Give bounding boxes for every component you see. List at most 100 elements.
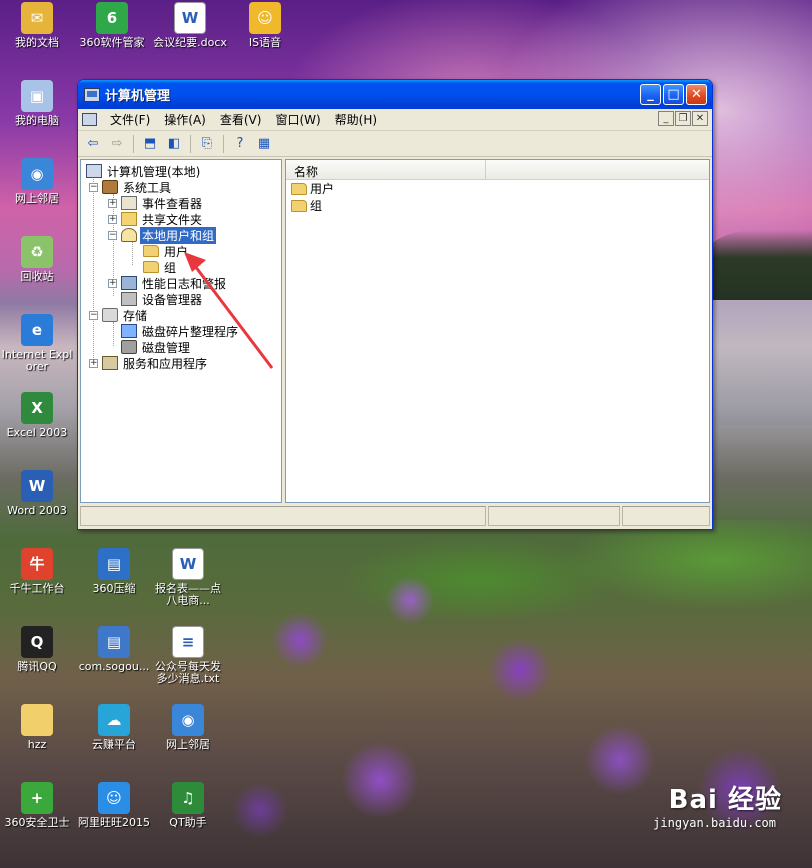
desktop-shortcut[interactable]: X Excel 2003 [0,392,74,439]
desktop-shortcut[interactable]: W 报名表——点八电商... [151,548,225,607]
expand-icon[interactable]: + [108,214,117,224]
menu-help[interactable]: 帮助(H) [328,110,384,129]
tree-node-label: 用户 [164,244,189,259]
minimize-button[interactable]: _ [640,84,661,105]
child-close-button[interactable]: ✕ [692,111,708,126]
tree-node-root[interactable]: 计算机管理(本地) [86,163,202,179]
desktop-shortcut[interactable]: ▤ com.sogou... [77,626,151,673]
recycle-bin-icon: ♻ [21,236,53,268]
properties-button[interactable]: ▦ [253,134,275,154]
show-hide-tree-button[interactable]: ◧ [163,134,185,154]
mmc-document-icon[interactable] [82,113,97,126]
tree-node-label: 组 [164,260,177,275]
tree-node-performance-logs[interactable]: + 性能日志和警报 [108,275,228,291]
desktop-shortcut[interactable]: ◉ 网上邻居 [151,704,225,751]
desktop-shortcut[interactable]: ✉ 我的文档 [0,2,74,49]
maximize-button[interactable]: □ [663,84,684,105]
desktop-shortcut-label: 我的文档 [15,36,59,49]
desktop-shortcut-label: Excel 2003 [6,426,68,439]
list-item-groups[interactable]: 组 [286,197,709,214]
cloud-earn-icon: ☁ [98,704,130,736]
desktop-shortcut[interactable]: ☁ 云赚平台 [77,704,151,751]
my-computer-icon: ▣ [21,80,53,112]
close-icon: ✕ [691,87,702,102]
tree-node-storage[interactable]: − 存储 [89,307,149,323]
desktop-shortcut[interactable]: +360安全卫士 [0,782,74,829]
desktop-shortcut[interactable]: ♫ QT助手 [151,782,225,829]
back-button[interactable]: ⇦ [82,134,104,154]
tree-node-local-users-groups[interactable]: − 本地用户和组 [108,226,217,244]
qt-assistant-icon: ♫ [172,782,204,814]
desktop-shortcut-label: 360压缩 [92,582,136,595]
main-content: 计算机管理(本地) − 系统工具 + 事件查看器 + 共享文件夹 − 本地用户和… [80,159,710,503]
desktop-shortcut[interactable]: ▤ 360压缩 [77,548,151,595]
toolbox-icon [102,180,118,194]
list-item-users[interactable]: 用户 [286,180,709,197]
help-button[interactable]: ? [229,134,251,154]
desktop-shortcut[interactable]: W Word 2003 [0,470,74,517]
child-minimize-button[interactable]: _ [658,111,674,126]
desktop-shortcut[interactable]: ☺ IS语音 [228,2,302,49]
desktop-shortcut-label: 网上邻居 [15,192,59,205]
tree-node-label: 磁盘碎片整理程序 [142,324,239,339]
toolbar: ⇦ ⇨ ⬒ ◧ ⎘ ? ▦ [78,131,712,157]
console-tree[interactable]: 计算机管理(本地) − 系统工具 + 事件查看器 + 共享文件夹 − 本地用户和… [80,159,282,503]
collapse-icon[interactable]: − [89,182,98,192]
collapse-icon[interactable]: − [108,230,117,240]
360-zip-icon: ▤ [98,548,130,580]
folder-icon [143,261,159,273]
expand-icon[interactable]: + [89,358,98,368]
tree-node-shared-folders[interactable]: + 共享文件夹 [108,211,204,227]
expand-icon[interactable]: + [108,198,117,208]
desktop-shortcut[interactable]: ♻ 回收站 [0,236,74,283]
forward-button[interactable]: ⇨ [106,134,128,154]
internet-explorer-icon: e [21,314,53,346]
export-list-button[interactable]: ⎘ [196,134,218,154]
tree-node-device-manager[interactable]: 设备管理器 [121,291,204,307]
desktop-shortcut[interactable]: hzz [0,704,74,751]
desktop-shortcut[interactable]: 6 360软件管家 [75,2,149,49]
close-button[interactable]: ✕ [686,84,707,105]
menu-view[interactable]: 查看(V) [213,110,269,129]
desktop-shortcut[interactable]: ▣ 我的电脑 [0,80,74,127]
folder-icon [143,245,159,257]
desktop-shortcut-label: 千牛工作台 [9,582,65,595]
desktop-shortcut-label: 阿里旺旺2015 [78,816,150,829]
desktop-shortcut[interactable]: e Internet Explorer [0,314,74,373]
menu-file[interactable]: 文件(F) [103,110,157,129]
tree-node-groups[interactable]: 组 [143,259,178,275]
child-restore-button[interactable]: ❐ [675,111,691,126]
column-header-name[interactable]: 名称 [286,160,486,179]
desktop-shortcut-label: 回收站 [20,270,54,283]
minimize-icon: _ [663,113,669,124]
desktop-shortcut[interactable]: ◉ 网上邻居 [0,158,74,205]
menu-action[interactable]: 操作(A) [157,110,213,129]
toolbar-separator [223,134,224,153]
collapse-icon[interactable]: − [89,310,98,320]
aliwangwang-icon: ☺ [98,782,130,814]
menu-window[interactable]: 窗口(W) [268,110,327,129]
wallpaper-trees [700,230,812,300]
expand-icon[interactable]: + [108,278,117,288]
tree-node-users[interactable]: 用户 [143,243,190,259]
desktop-shortcut[interactable]: 牛千牛工作台 [0,548,74,595]
tree-node-services-apps[interactable]: + 服务和应用程序 [89,355,209,371]
desktop-shortcut-label: IS语音 [248,36,282,49]
watermark-url: jingyan.baidu.com [653,816,776,830]
details-pane[interactable]: 名称 用户 组 [285,159,710,503]
title-bar[interactable]: 计算机管理 _ □ ✕ [78,80,712,109]
desktop-shortcut[interactable]: Q 腾讯QQ [0,626,74,673]
tree-node-defrag[interactable]: 磁盘碎片整理程序 [121,323,240,339]
qianniu-icon: 牛 [21,548,53,580]
users-groups-icon [121,228,137,242]
desktop-shortcut[interactable]: W 会议纪要.docx [153,2,227,49]
up-one-level-button[interactable]: ⬒ [139,134,161,154]
tree-node-disk-management[interactable]: 磁盘管理 [121,339,192,355]
tree-node-system-tools[interactable]: − 系统工具 [89,179,173,195]
tree-node-label: 共享文件夹 [142,212,203,227]
desktop-shortcut[interactable]: ≡ 公众号每天发多少消息.txt [151,626,225,685]
tree-node-event-viewer[interactable]: + 事件查看器 [108,195,204,211]
event-viewer-icon [121,196,137,210]
status-cell-middle [488,506,620,526]
desktop-shortcut[interactable]: ☺ 阿里旺旺2015 [77,782,151,829]
